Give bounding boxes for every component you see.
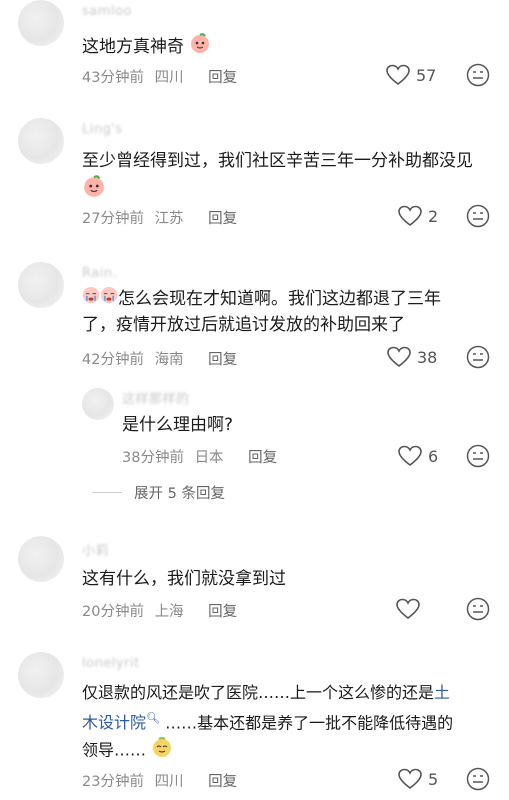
heart-icon bbox=[398, 445, 422, 467]
like-count: 5 bbox=[428, 769, 439, 789]
timestamp: 23分钟前 bbox=[82, 774, 144, 790]
timestamp: 43分钟前 bbox=[82, 70, 144, 86]
avatar[interactable] bbox=[18, 652, 64, 698]
smiling-emoji-icon bbox=[151, 736, 173, 766]
username[interactable]: lonelyrit bbox=[82, 656, 140, 671]
like-count: 57 bbox=[416, 65, 437, 85]
dislike-face-icon bbox=[466, 63, 490, 87]
like-button[interactable]: 2 bbox=[398, 205, 438, 227]
reply-button[interactable]: 回复 bbox=[208, 774, 237, 790]
dislike-face-icon bbox=[466, 345, 490, 369]
comment-text-body: ……基本还都是养了一批不能降低待遇的 bbox=[165, 713, 454, 733]
comment-text: 这地方真神奇 bbox=[82, 32, 211, 62]
dislike-button[interactable] bbox=[466, 63, 490, 91]
dislike-button[interactable] bbox=[466, 345, 490, 373]
like-button[interactable]: 6 bbox=[398, 445, 438, 467]
crying-emoji-icon bbox=[82, 286, 100, 312]
reply-avatar[interactable] bbox=[82, 388, 114, 420]
avatar[interactable] bbox=[18, 118, 64, 164]
username[interactable]: 小莉 bbox=[82, 540, 109, 559]
expand-replies-button[interactable]: 展开 5 条回复 bbox=[92, 482, 225, 503]
comment-text-body: 领导…… bbox=[82, 740, 147, 760]
reply-text: 是什么理由啊? bbox=[122, 415, 234, 435]
reply-button[interactable]: 回复 bbox=[248, 450, 277, 466]
heart-icon bbox=[386, 64, 410, 86]
location: 江苏 bbox=[154, 211, 184, 227]
like-count: 2 bbox=[428, 206, 439, 226]
dislike-face-icon bbox=[466, 597, 490, 621]
timestamp: 20分钟前 bbox=[82, 604, 144, 620]
avatar[interactable] bbox=[18, 262, 64, 308]
location: 海南 bbox=[154, 352, 184, 368]
location: 四川 bbox=[154, 774, 184, 790]
divider-line bbox=[92, 492, 122, 493]
dislike-button[interactable] bbox=[466, 204, 490, 232]
location: 日本 bbox=[194, 450, 224, 466]
dislike-face-icon bbox=[466, 767, 490, 791]
avatar[interactable] bbox=[18, 536, 64, 582]
peach-emoji-icon bbox=[189, 32, 211, 62]
timestamp: 38分钟前 bbox=[122, 450, 184, 466]
dislike-face-icon bbox=[466, 204, 490, 228]
comment-text: 这有什么，我们就没拿到过 bbox=[82, 569, 286, 589]
location: 上海 bbox=[154, 604, 184, 620]
comment-meta: 23分钟前 四川 回复 bbox=[82, 770, 243, 791]
reply-button[interactable]: 回复 bbox=[208, 604, 237, 620]
search-icon: 🔍︎ bbox=[146, 712, 160, 725]
reply-meta: 38分钟前 日本 回复 bbox=[122, 446, 283, 467]
username[interactable]: samloo bbox=[82, 4, 132, 19]
comment-text-body: 仅退款的风还是吹了医院……上一个这么惨的还是 bbox=[82, 683, 435, 702]
like-count: 38 bbox=[417, 347, 438, 367]
timestamp: 27分钟前 bbox=[82, 211, 144, 227]
comment-text-body: 这地方真神奇 bbox=[82, 37, 184, 57]
heart-icon bbox=[387, 346, 411, 368]
timestamp: 42分钟前 bbox=[82, 352, 144, 368]
comment-text: 至少曾经得到过，我们社区辛苦三年一分补助都没见 bbox=[82, 148, 492, 206]
reply-username[interactable]: 这样那样的 bbox=[122, 388, 190, 407]
avatar[interactable] bbox=[18, 0, 64, 46]
comment-text: 怎么会现在才知道啊。我们这边都退了三年 了，疫情开放过后就追讨发放的补助回来了 bbox=[82, 286, 492, 338]
like-button[interactable]: 57 bbox=[386, 64, 436, 86]
dislike-button[interactable] bbox=[466, 597, 490, 625]
comment-text-line: 怎么会现在才知道啊。我们这边都退了三年 bbox=[118, 289, 441, 309]
crying-emoji-icon bbox=[100, 286, 118, 312]
comment-meta: 27分钟前 江苏 回复 bbox=[82, 207, 243, 228]
reply-button[interactable]: 回复 bbox=[208, 211, 237, 227]
comment-text: 仅退款的风还是吹了医院……上一个这么惨的还是土 木设计院🔍︎ ……基本还都是养了一… bbox=[82, 680, 497, 766]
like-button[interactable]: 38 bbox=[387, 346, 437, 368]
reply-button[interactable]: 回复 bbox=[208, 70, 237, 86]
comment-meta: 43分钟前 四川 回复 bbox=[82, 66, 243, 87]
heart-icon bbox=[398, 205, 422, 227]
comment-text-line: 了，疫情开放过后就追讨发放的补助回来了 bbox=[82, 315, 405, 335]
location: 四川 bbox=[154, 70, 184, 86]
username[interactable]: Ling's bbox=[82, 122, 123, 137]
dislike-button[interactable] bbox=[466, 444, 490, 472]
peach-emoji-icon bbox=[82, 174, 106, 206]
heart-icon bbox=[396, 598, 420, 620]
comment-text-body: 至少曾经得到过，我们社区辛苦三年一分补助都没见 bbox=[82, 151, 473, 171]
dislike-button[interactable] bbox=[466, 767, 490, 795]
comment-meta: 20分钟前 上海 回复 bbox=[82, 600, 243, 621]
like-count: 6 bbox=[428, 446, 439, 466]
expand-replies-label: 展开 5 条回复 bbox=[134, 486, 225, 502]
comment-meta: 42分钟前 海南 回复 bbox=[82, 348, 243, 369]
heart-icon bbox=[398, 768, 422, 790]
dislike-face-icon bbox=[466, 444, 490, 468]
username[interactable]: Rain. bbox=[82, 266, 117, 281]
like-button[interactable]: 5 bbox=[398, 768, 438, 790]
reply-button[interactable]: 回复 bbox=[208, 352, 237, 368]
like-button[interactable] bbox=[396, 598, 426, 620]
